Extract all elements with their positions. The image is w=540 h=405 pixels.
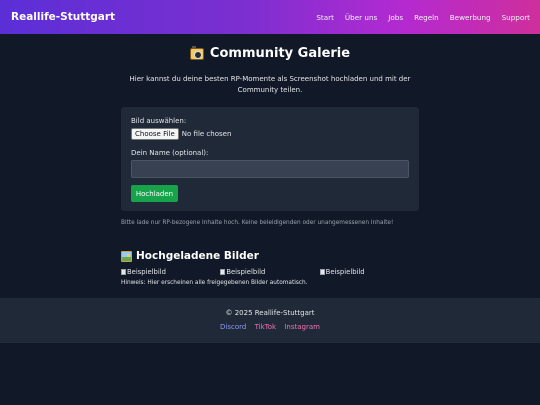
nav-link-rules[interactable]: Regeln: [414, 13, 439, 22]
upload-form: Bild auswählen: Choose File No file chos…: [121, 107, 419, 211]
nav-link-start[interactable]: Start: [316, 13, 334, 22]
upload-button[interactable]: Hochladen: [131, 185, 178, 202]
picture-icon: [121, 250, 132, 262]
gallery-image[interactable]: Beispielbild: [220, 268, 319, 276]
copyright-text: © 2025 Reallife-Stuttgart: [225, 309, 315, 317]
nav-link-about[interactable]: Über uns: [345, 13, 377, 22]
broken-image-icon: [319, 269, 325, 275]
discord-link[interactable]: Discord: [220, 323, 246, 331]
file-label: Bild auswählen:: [131, 117, 187, 125]
gallery-image[interactable]: Beispielbild: [319, 268, 419, 276]
intro-text: Hier kannst du deine besten RP-Momente a…: [129, 75, 411, 94]
page-title: Community Galerie: [121, 45, 419, 61]
site-brand[interactable]: Reallife-Stuttgart: [11, 11, 115, 23]
image-gallery: Beispielbild Beispielbild Beispielbild: [121, 268, 419, 276]
gallery-title-text: Hochgeladene Bilder: [136, 250, 259, 262]
gallery-image[interactable]: Beispielbild: [121, 268, 220, 276]
nav-link-jobs[interactable]: Jobs: [388, 13, 403, 22]
image-alt-text: Beispielbild: [325, 268, 365, 276]
main-nav: Start Über uns Jobs Regeln Bewerbung Sup…: [305, 13, 530, 22]
site-footer: © 2025 Reallife-Stuttgart Discord TikTok…: [0, 298, 540, 343]
choose-file-button[interactable]: Choose File: [131, 128, 179, 140]
broken-image-icon: [121, 269, 126, 275]
main-content: Community Galerie Hier kannst du deine b…: [121, 45, 419, 286]
upload-notice: Bitte lade nur RP-bezogene Inhalte hoch.…: [121, 220, 394, 226]
nav-link-application[interactable]: Bewerbung: [450, 13, 491, 22]
camera-icon: [189, 45, 204, 60]
image-alt-text: Beispielbild: [226, 268, 266, 276]
instagram-link[interactable]: Instagram: [284, 323, 320, 331]
name-input[interactable]: [131, 160, 409, 178]
image-alt-text: Beispielbild: [127, 268, 166, 276]
nav-link-support[interactable]: Support: [502, 13, 530, 22]
page-title-text: Community Galerie: [209, 46, 351, 61]
tiktok-link[interactable]: TikTok: [255, 323, 276, 331]
gallery-hint: Hinweis: Hier erscheinen alle freigegebe…: [121, 280, 308, 286]
social-links: Discord TikTok Instagram: [0, 323, 540, 331]
broken-image-icon: [220, 269, 226, 275]
gallery-title: Hochgeladene Bilder: [121, 250, 419, 262]
file-picker: Choose File No file chosen: [131, 128, 409, 140]
file-status: No file chosen: [181, 130, 232, 138]
name-label: Dein Name (optional):: [131, 149, 209, 157]
top-navbar: Reallife-Stuttgart Start Über uns Jobs R…: [0, 0, 540, 34]
